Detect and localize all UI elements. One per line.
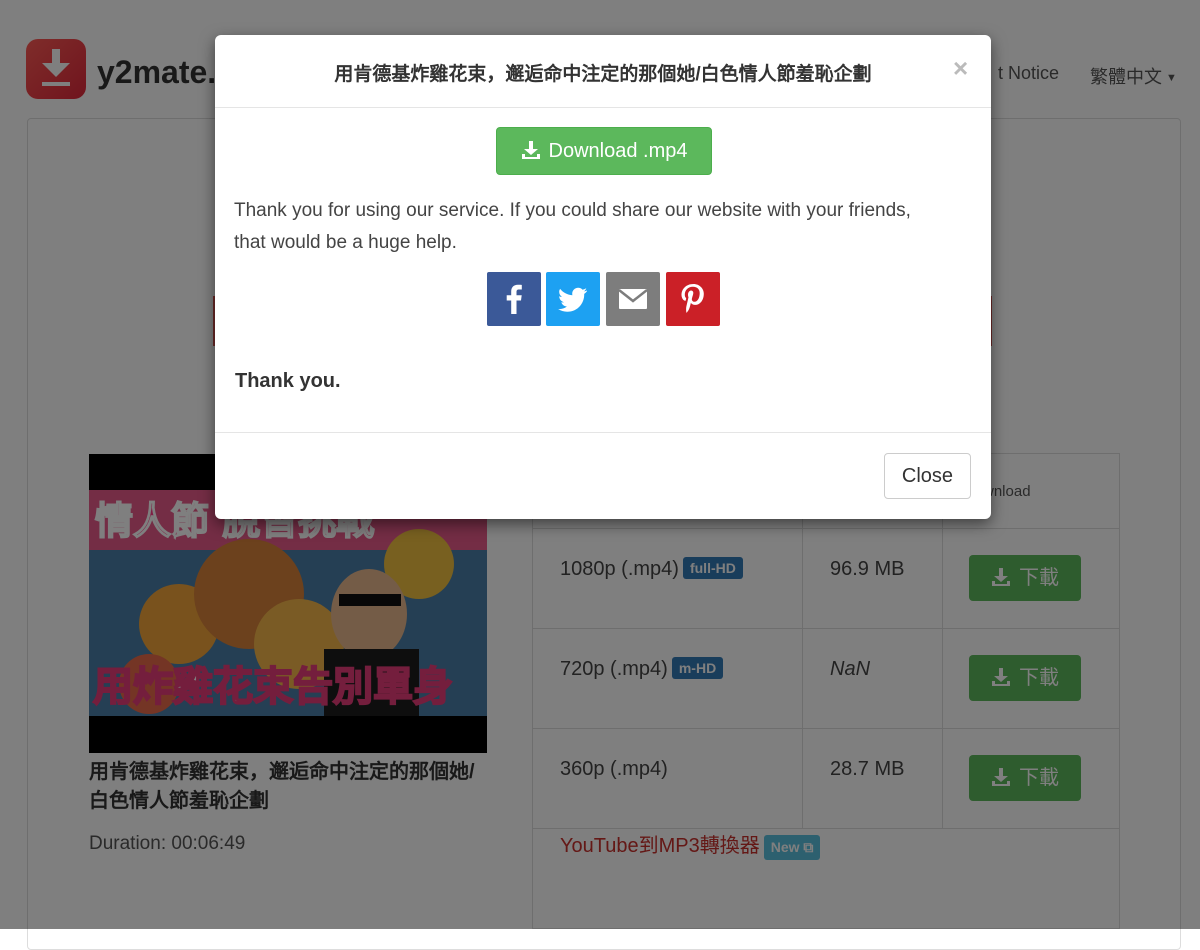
download-modal: 用肯德基炸雞花束，邂逅命中注定的那個她/白色情人節羞恥企劃 × Download… (215, 35, 991, 519)
thank-you-text: Thank you. (235, 370, 341, 392)
modal-header: 用肯德基炸雞花束，邂逅命中注定的那個她/白色情人節羞恥企劃 × (215, 35, 991, 108)
share-email-button[interactable] (606, 272, 660, 326)
share-message: Thank you for using our service. If you … (234, 200, 911, 253)
facebook-icon (506, 284, 522, 314)
modal-footer: Close (215, 432, 991, 520)
download-icon (521, 141, 540, 159)
close-icon[interactable]: × (953, 53, 968, 84)
share-twitter-button[interactable] (546, 272, 600, 326)
close-button[interactable]: Close (884, 453, 971, 499)
share-facebook-button[interactable] (487, 272, 541, 326)
pinterest-icon (681, 284, 704, 313)
download-mp4-button[interactable]: Download .mp4 (496, 127, 712, 175)
download-mp4-label: Download .mp4 (548, 140, 688, 162)
twitter-icon (558, 287, 587, 312)
share-pinterest-button[interactable] (666, 272, 720, 326)
modal-title: 用肯德基炸雞花束，邂逅命中注定的那個她/白色情人節羞恥企劃 (334, 64, 872, 85)
email-icon (618, 289, 648, 309)
